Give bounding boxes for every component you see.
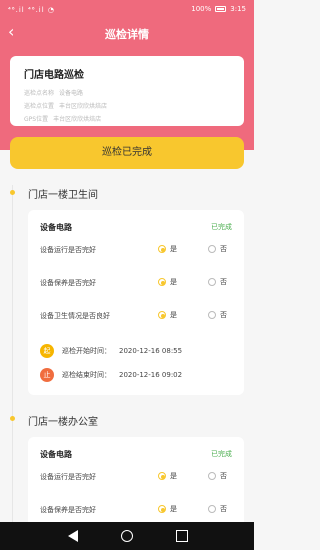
- question-label: 设备运行是否完好: [40, 473, 96, 481]
- page-title: 巡检详情: [105, 28, 149, 41]
- option-no[interactable]: 否: [208, 504, 227, 514]
- info-label: GPS位置: [24, 116, 49, 123]
- radio-unchecked-icon[interactable]: [208, 311, 216, 319]
- info-row: 巡检点位置 丰台区欣欣烘焙店: [24, 101, 230, 110]
- option-label: 否: [220, 311, 227, 319]
- start-badge: 起: [40, 344, 54, 358]
- question-label: 设备保养是否完好: [40, 279, 96, 287]
- radio-checked-icon[interactable]: [158, 278, 166, 286]
- option-label: 是: [170, 472, 177, 480]
- signal-icons: ⁴⁶.il ⁴⁶.il ◔: [8, 6, 56, 14]
- inspection-complete-button[interactable]: 巡检已完成: [10, 137, 244, 169]
- timeline-line: [12, 185, 13, 550]
- info-row: GPS位置 丰台区欣欣烘焙店: [24, 114, 230, 123]
- section-title: 门店一楼办公室: [28, 417, 98, 428]
- radio-checked-icon[interactable]: [158, 472, 166, 480]
- question-row: 设备运行是否完好 是 否: [40, 470, 234, 482]
- end-badge: 止: [40, 368, 54, 382]
- question-label: 设备运行是否完好: [40, 246, 96, 254]
- radio-unchecked-icon[interactable]: [208, 278, 216, 286]
- option-label: 是: [170, 311, 177, 319]
- inspection-card: 设备电路 已完成 设备运行是否完好 是 否 设备保养是否完好 是 否: [28, 437, 244, 527]
- option-no[interactable]: 否: [208, 471, 227, 481]
- option-no[interactable]: 否: [208, 244, 227, 254]
- radio-checked-icon[interactable]: [158, 311, 166, 319]
- option-yes[interactable]: 是: [158, 310, 177, 320]
- option-no[interactable]: 否: [208, 310, 227, 320]
- system-nav-bar: [0, 522, 254, 550]
- radio-checked-icon[interactable]: [158, 505, 166, 513]
- start-time-row: 起 巡检开始时间： 2020-12-16 08:55: [40, 343, 182, 359]
- status-badge: 已完成: [211, 450, 232, 458]
- question-label: 设备保养是否完好: [40, 506, 96, 514]
- question-row: 设备运行是否完好 是 否: [40, 243, 234, 255]
- battery-icon: [215, 6, 227, 12]
- info-row: 巡检点名称 设备电路: [24, 88, 230, 97]
- radio-unchecked-icon[interactable]: [208, 472, 216, 480]
- system-home-icon[interactable]: [121, 530, 133, 542]
- option-label: 否: [220, 472, 227, 480]
- status-bar: ⁴⁶.il ⁴⁶.il ◔ 100% 3:15: [0, 0, 254, 20]
- start-time-label: 巡检开始时间：: [62, 347, 111, 355]
- option-label: 否: [220, 245, 227, 253]
- start-time-value: 2020-12-16 08:55: [119, 347, 183, 355]
- option-yes[interactable]: 是: [158, 471, 177, 481]
- info-value: 设备电路: [59, 90, 84, 97]
- end-time-value: 2020-12-16 09:02: [119, 371, 183, 379]
- info-label: 巡检点名称: [24, 90, 55, 97]
- option-no[interactable]: 否: [208, 277, 227, 287]
- system-back-icon[interactable]: [68, 530, 78, 542]
- question-row: 设备卫生情况是否良好 是 否: [40, 309, 234, 321]
- status-badge: 已完成: [211, 223, 232, 231]
- card-title: 设备电路: [40, 450, 72, 459]
- option-label: 是: [170, 245, 177, 253]
- task-name: 门店电路巡检: [24, 70, 84, 81]
- option-label: 是: [170, 505, 177, 513]
- end-time-label: 巡检结束时间：: [62, 371, 111, 379]
- option-yes[interactable]: 是: [158, 504, 177, 514]
- info-value: 丰台区欣欣烘焙店: [53, 116, 102, 123]
- info-label: 巡检点位置: [24, 103, 55, 110]
- system-recents-icon[interactable]: [176, 530, 188, 542]
- radio-unchecked-icon[interactable]: [208, 505, 216, 513]
- option-yes[interactable]: 是: [158, 277, 177, 287]
- question-row: 设备保养是否完好 是 否: [40, 503, 234, 515]
- option-label: 是: [170, 278, 177, 286]
- option-label: 否: [220, 505, 227, 513]
- radio-checked-icon[interactable]: [158, 245, 166, 253]
- battery-percent: 100%: [191, 5, 212, 13]
- nav-bar: ‹ 巡检详情: [0, 20, 254, 46]
- card-title: 设备电路: [40, 223, 72, 232]
- task-info-card: 门店电路巡检 巡检点名称 设备电路 巡检点位置 丰台区欣欣烘焙店 GPS位置 丰…: [10, 56, 244, 126]
- end-time-row: 止 巡检结束时间： 2020-12-16 09:02: [40, 367, 182, 383]
- inspection-card: 设备电路 已完成 设备运行是否完好 是 否 设备保养是否完好 是 否 设备卫生情…: [28, 210, 244, 395]
- timeline-dot: [10, 190, 15, 195]
- info-value: 丰台区欣欣烘焙店: [59, 103, 108, 110]
- radio-unchecked-icon[interactable]: [208, 245, 216, 253]
- option-yes[interactable]: 是: [158, 244, 177, 254]
- section-title: 门店一楼卫生间: [28, 190, 98, 201]
- option-label: 否: [220, 278, 227, 286]
- status-right: 100% 3:15: [191, 5, 246, 13]
- clock: 3:15: [230, 5, 246, 13]
- question-label: 设备卫生情况是否良好: [40, 312, 110, 320]
- question-row: 设备保养是否完好 是 否: [40, 276, 234, 288]
- timeline-dot: [10, 416, 15, 421]
